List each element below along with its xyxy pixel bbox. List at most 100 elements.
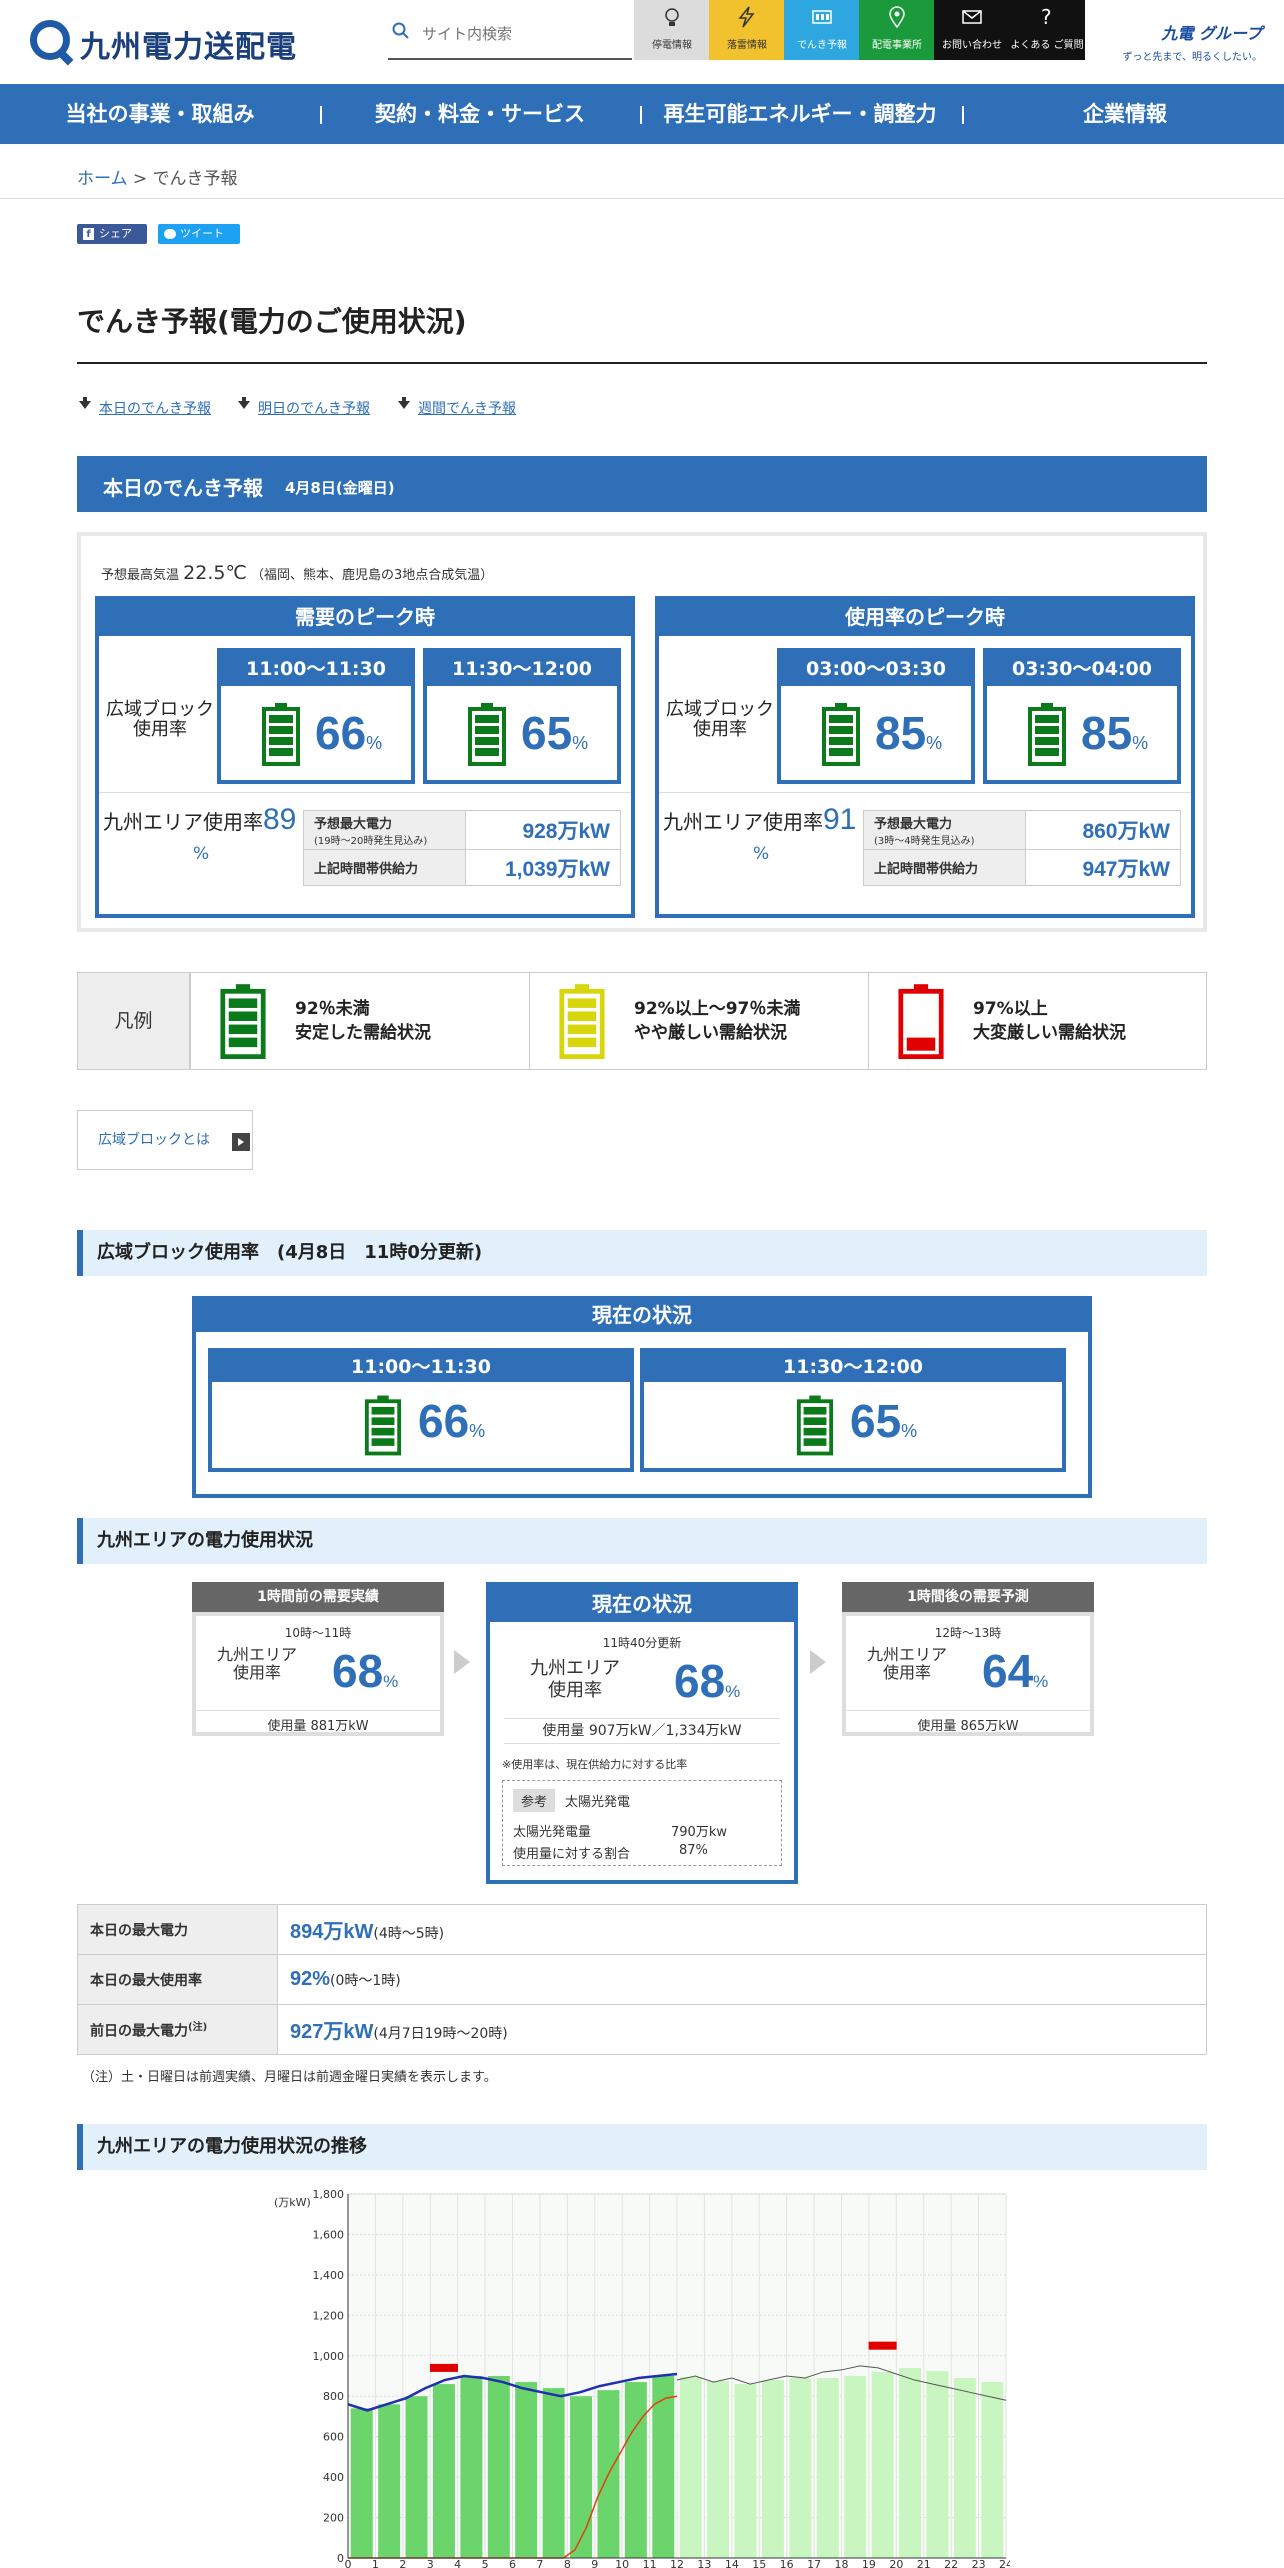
x-tick-label: 24 [999, 2558, 1010, 2568]
actual-bar [542, 2388, 565, 2558]
table-row: 上記時間帯供給力 1,039万kW [303, 849, 621, 886]
breadcrumb-home[interactable]: ホーム [77, 169, 128, 189]
facebook-icon: f [83, 228, 94, 240]
legend-desc: 大変厳しい需給状況 [973, 1023, 1126, 1043]
x-tick-label: 7 [536, 2558, 543, 2568]
time-slot: 03:30～04:00 85% [983, 648, 1181, 784]
current-time-slot: 11:30～12:00 65% [640, 1348, 1066, 1472]
pct-unit: % [926, 733, 943, 753]
temp-label: 予想最高気温 [101, 568, 180, 583]
divider [659, 792, 1191, 793]
nav-separator [320, 106, 322, 124]
pane-title: 使用率のピーク時 [659, 600, 1191, 636]
today-forecast-panel: 予想最高気温 22.5℃ （福岡、熊本、鹿児島の3地点合成気温） 需要のピーク時… [77, 532, 1207, 932]
brand-logo[interactable]: 九電 グループ ずっと先まで、明るくしたい。 [1116, 20, 1262, 64]
row-label-note: (3時〜4時発生見込み) [874, 836, 975, 847]
quick-link-label: お問い合わせ [942, 40, 1002, 51]
now-time: 11時40分更新 [602, 1636, 682, 1650]
x-tick-label: 23 [972, 2558, 986, 2568]
now-pct-value: 68 [674, 1655, 726, 1707]
anchor-tomorrow[interactable]: 明日のでんき予報 [236, 397, 370, 418]
battery-icon [364, 1395, 402, 1456]
pct-unit: % [1033, 1672, 1049, 1691]
quick-link-5[interactable]: ? よくある ご質問 [1009, 0, 1085, 60]
y-tick-label: 1,000 [313, 2350, 345, 2363]
brand-name: 九電 グループ [1161, 24, 1262, 43]
actual-bar [460, 2376, 483, 2558]
forecast-table: 予想最大電力 (3時〜4時発生見込み) 860万kW 上記時間帯供給力 947万kW [863, 810, 1181, 886]
quick-link-3[interactable]: 配電事業所 [859, 0, 935, 60]
legend-item: 97%以上 大変厳しい需給状況 [868, 973, 1208, 1069]
x-tick-label: 11 [643, 2558, 657, 2568]
search-box[interactable] [388, 14, 632, 60]
quick-link-0[interactable]: 停電情報 [634, 0, 710, 60]
pct-unit: % [753, 844, 770, 864]
row-label-text: 上記時間帯供給力 [314, 862, 419, 877]
battery-icon [822, 703, 860, 766]
ref-row-label: 使用量に対する割合 [513, 1847, 631, 1862]
nav-company[interactable]: 企業情報 [1000, 84, 1250, 144]
global-nav: 当社の事業・取組み 契約・料金・サービス 再生可能エネルギー・調整力 企業情報 [0, 84, 1284, 144]
forecast-table: 予想最大電力 (19時〜20時発生見込み) 928万kW 上記時間帯供給力 1,039万… [303, 810, 621, 886]
row-label: 予想最大電力 (3時〜4時発生見込み) [863, 810, 1026, 850]
today-title: 本日のでんき予報 [103, 476, 263, 500]
facebook-share-button[interactable]: f シェア [77, 224, 147, 244]
quick-link-1[interactable]: 落雷情報 [709, 0, 785, 60]
slot-time: 11:30～12:00 [644, 1352, 1062, 1382]
row-value: 92%(0時～1時) [277, 1954, 1207, 2005]
actual-bar [487, 2376, 510, 2558]
today-date: 4月8日(金曜日) [285, 479, 395, 497]
battery-icon [812, 10, 832, 24]
row-value: 947万kW [1025, 849, 1181, 886]
nav-business[interactable]: 当社の事業・取組み [20, 84, 300, 144]
logo-icon[interactable] [30, 20, 70, 60]
block-usage-heading: 広域ブロック使用率 (4月8日 11時0分更新) [77, 1230, 1207, 1276]
breadcrumb-sep: > [127, 169, 153, 189]
row-label: 上記時間帯供給力 [303, 849, 466, 886]
row-label: 前日の最大電力(注) [77, 2004, 278, 2055]
pct-unit: % [1132, 733, 1149, 753]
trend-heading: 九州エリアの電力使用状況の推移 [77, 2124, 1207, 2170]
anchor-weekly[interactable]: 週間でんき予報 [396, 397, 516, 418]
prev-percent: 68% [332, 1644, 398, 1698]
nav-contract[interactable]: 契約・料金・サービス [340, 84, 620, 144]
next-percent: 64% [982, 1644, 1048, 1698]
quick-link-label: でんき予報 [797, 40, 847, 51]
quick-link-4[interactable]: お問い合わせ [934, 0, 1010, 60]
bulb-icon [665, 8, 679, 26]
x-tick-label: 21 [917, 2558, 931, 2568]
legend-range: 92％未満 [295, 999, 370, 1019]
max-time: (4月7日19時～20時) [373, 2026, 508, 2042]
battery-icon [898, 984, 944, 1059]
quick-link-2[interactable]: でんき予報 [784, 0, 860, 60]
anchor-today[interactable]: 本日のでんき予報 [77, 397, 211, 418]
forecast-bar [844, 2376, 867, 2558]
site-logo[interactable]: 九州電力送配電 [80, 22, 297, 66]
next-usage: 使用量 865万kW [846, 1710, 1090, 1734]
brand-tagline: ずっと先まで、明るくしたい。 [1122, 52, 1262, 63]
slot-pct-value: 66 [418, 1395, 470, 1447]
svg-text:?: ? [1041, 6, 1052, 28]
today-forecast-banner: 本日のでんき予報 4月8日(金曜日) [77, 456, 1207, 512]
actual-bar [378, 2404, 401, 2558]
row-label: 本日の最大電力 [77, 1904, 278, 1955]
now-note: ※使用率は、現在供給力に対する比率 [502, 1758, 688, 1771]
search-input[interactable] [422, 20, 622, 48]
table-row: 予想最大電力 (3時〜4時発生見込み) 860万kW [863, 810, 1181, 850]
quick-link-label: 停電情報 [652, 40, 692, 51]
breadcrumb: ホーム > でんき予報 [77, 164, 238, 189]
lightning-icon [738, 6, 755, 28]
x-tick-label: 4 [454, 2558, 461, 2568]
tweet-button[interactable]: ツイート [158, 224, 240, 244]
question-icon: ? [1041, 6, 1052, 28]
pct-unit: % [901, 1421, 918, 1441]
row-value: 1,039万kW [465, 849, 621, 886]
slot-pct-value: 65 [850, 1395, 902, 1447]
about-block-link[interactable]: 広域ブロックとは [77, 1110, 253, 1170]
nav-renewable[interactable]: 再生可能エネルギー・調整力 [650, 84, 950, 144]
arrow-right-icon [232, 1133, 250, 1151]
now-percent: 68% [674, 1654, 740, 1708]
note-mark: (注) [188, 2022, 208, 2034]
battery-icon [220, 984, 266, 1059]
actual-bar [432, 2384, 455, 2558]
